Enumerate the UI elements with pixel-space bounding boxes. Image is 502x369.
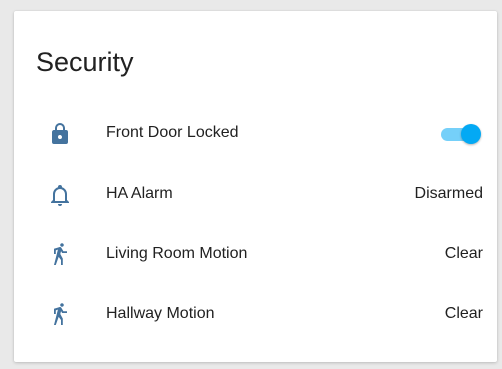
toggle-knob xyxy=(461,124,481,144)
security-card: Security Front Door Locked HA Alarm Disa… xyxy=(14,11,497,362)
alarm-state: Disarmed xyxy=(414,185,483,202)
entity-row-hallway-motion[interactable]: Hallway Motion Clear xyxy=(14,295,497,335)
entity-name: HA Alarm xyxy=(106,185,173,202)
card-title: Security xyxy=(36,47,134,77)
entity-name: Front Door Locked xyxy=(106,124,239,141)
lock-icon xyxy=(48,122,72,146)
entity-name: Hallway Motion xyxy=(106,305,215,322)
entity-row-front-door[interactable]: Front Door Locked xyxy=(14,114,497,154)
front-door-lock-toggle[interactable] xyxy=(437,124,481,144)
walk-icon xyxy=(48,303,72,327)
motion-state: Clear xyxy=(444,245,483,262)
walk-icon xyxy=(48,243,72,267)
motion-state: Clear xyxy=(444,305,483,322)
entity-row-living-room-motion[interactable]: Living Room Motion Clear xyxy=(14,235,497,275)
bell-icon xyxy=(48,183,72,207)
entity-name: Living Room Motion xyxy=(106,245,248,262)
entity-row-ha-alarm[interactable]: HA Alarm Disarmed xyxy=(14,175,497,215)
